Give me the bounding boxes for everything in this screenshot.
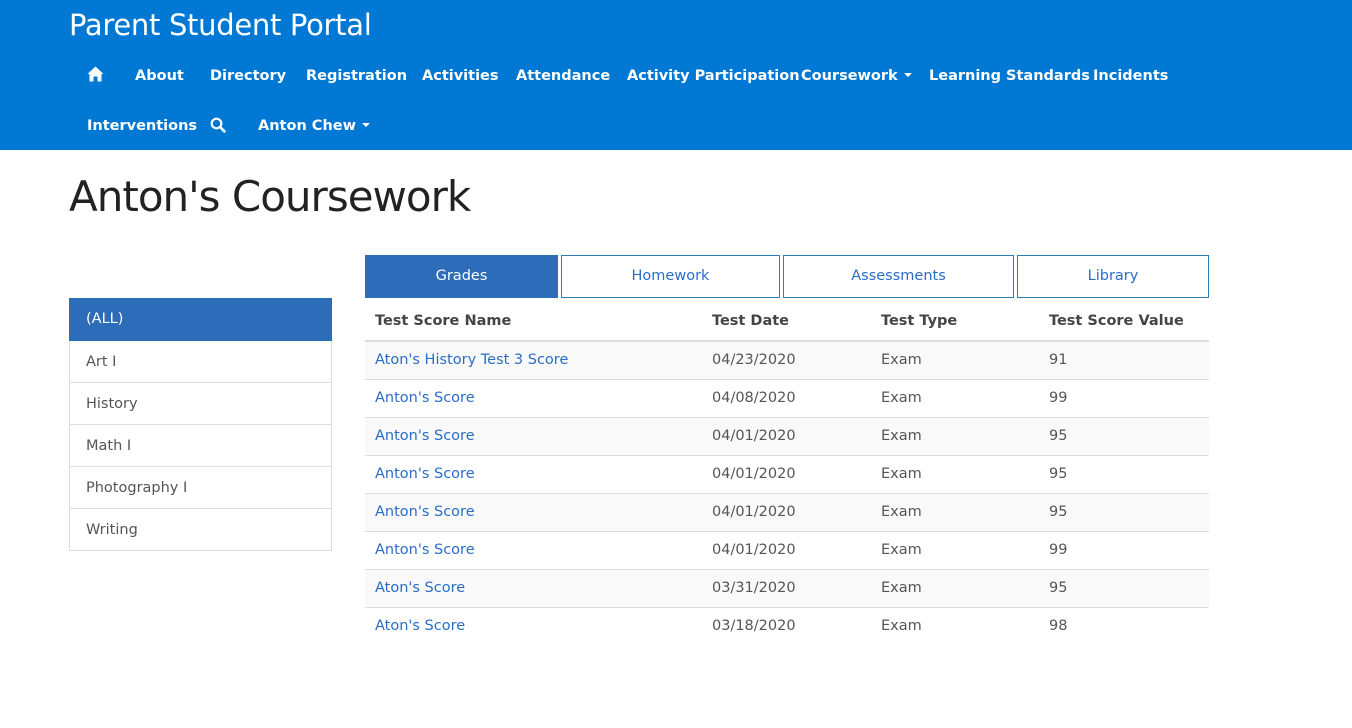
table-row: Anton's Score 04/01/2020 Exam 99 [365,532,1209,570]
table-row: Aton's Score 03/18/2020 Exam 98 [365,608,1209,646]
test-type: Exam [881,542,922,558]
nav-coursework-label: Coursework [801,68,898,84]
test-type: Exam [881,466,922,482]
search-icon[interactable] [210,117,226,138]
test-date: 04/01/2020 [712,428,796,444]
tab-homework[interactable]: Homework [561,255,780,298]
table-row: Anton's Score 04/01/2020 Exam 95 [365,418,1209,456]
table-row: Anton's Score 04/01/2020 Exam 95 [365,456,1209,494]
col-header-type: Test Type [881,313,958,329]
tab-grades[interactable]: Grades [365,255,558,298]
test-score-value: 95 [1049,504,1068,520]
test-score-value: 95 [1049,466,1068,482]
course-item-photography[interactable]: Photography I [69,467,332,509]
test-type: Exam [881,428,922,444]
course-item-math[interactable]: Math I [69,425,332,467]
test-score-value: 95 [1049,580,1068,596]
tab-library[interactable]: Library [1017,255,1209,298]
col-header-name: Test Score Name [375,313,512,329]
brand-title[interactable]: Parent Student Portal [69,8,372,42]
nav-coursework-dropdown[interactable]: Coursework [801,66,912,86]
table-body: Aton's History Test 3 Score 04/23/2020 E… [365,342,1209,646]
test-date: 03/18/2020 [712,618,796,634]
table-header: Test Score Name Test Date Test Type Test… [365,302,1209,342]
table-row: Aton's Score 03/31/2020 Exam 95 [365,570,1209,608]
nav-directory[interactable]: Directory [210,66,286,86]
caret-down-icon [903,73,912,77]
home-icon[interactable] [87,66,104,87]
test-score-value: 99 [1049,390,1068,406]
test-date: 04/08/2020 [712,390,796,406]
test-type: Exam [881,618,922,634]
nav-about[interactable]: About [135,66,184,86]
table-row: Anton's Score 04/08/2020 Exam 99 [365,380,1209,418]
test-date: 03/31/2020 [712,580,796,596]
top-navbar: Parent Student Portal About Directory Re… [0,0,1352,150]
user-name: Anton Chew [258,118,357,134]
course-item-writing[interactable]: Writing [69,509,332,551]
nav-learning-standards[interactable]: Learning Standards [929,66,1090,86]
test-score-name-link[interactable]: Anton's Score [375,504,475,520]
nav-attendance[interactable]: Attendance [516,66,610,86]
course-list: (ALL) Art I History Math I Photography I… [69,298,332,551]
page-title: Anton's Coursework [69,172,471,221]
test-date: 04/01/2020 [712,466,796,482]
nav-activities[interactable]: Activities [422,66,499,86]
test-type: Exam [881,504,922,520]
nav-incidents[interactable]: Incidents [1093,66,1168,86]
col-header-date: Test Date [712,313,789,329]
nav-activity-participation[interactable]: Activity Participation [627,66,800,86]
nav-user-dropdown[interactable]: Anton Chew [258,116,371,136]
nav-interventions[interactable]: Interventions [87,116,197,136]
test-score-name-link[interactable]: Aton's Score [375,580,465,596]
test-score-name-link[interactable]: Aton's History Test 3 Score [375,352,568,368]
course-item-history[interactable]: History [69,383,332,425]
test-date: 04/01/2020 [712,504,796,520]
test-score-value: 99 [1049,542,1068,558]
test-score-name-link[interactable]: Aton's Score [375,618,465,634]
test-score-name-link[interactable]: Anton's Score [375,542,475,558]
test-score-value: 98 [1049,618,1068,634]
test-date: 04/01/2020 [712,542,796,558]
test-score-value: 95 [1049,428,1068,444]
test-score-value: 91 [1049,352,1068,368]
tab-assessments[interactable]: Assessments [783,255,1014,298]
col-header-value: Test Score Value [1049,313,1184,329]
test-score-name-link[interactable]: Anton's Score [375,428,475,444]
caret-down-icon [362,123,371,127]
test-score-name-link[interactable]: Anton's Score [375,390,475,406]
test-type: Exam [881,580,922,596]
course-item-all[interactable]: (ALL) [69,298,332,341]
nav-registration[interactable]: Registration [306,66,407,86]
course-item-art[interactable]: Art I [69,341,332,383]
test-type: Exam [881,390,922,406]
grades-table: Test Score Name Test Date Test Type Test… [365,302,1209,646]
test-date: 04/23/2020 [712,352,796,368]
test-type: Exam [881,352,922,368]
table-row: Anton's Score 04/01/2020 Exam 95 [365,494,1209,532]
test-score-name-link[interactable]: Anton's Score [375,466,475,482]
table-row: Aton's History Test 3 Score 04/23/2020 E… [365,342,1209,380]
